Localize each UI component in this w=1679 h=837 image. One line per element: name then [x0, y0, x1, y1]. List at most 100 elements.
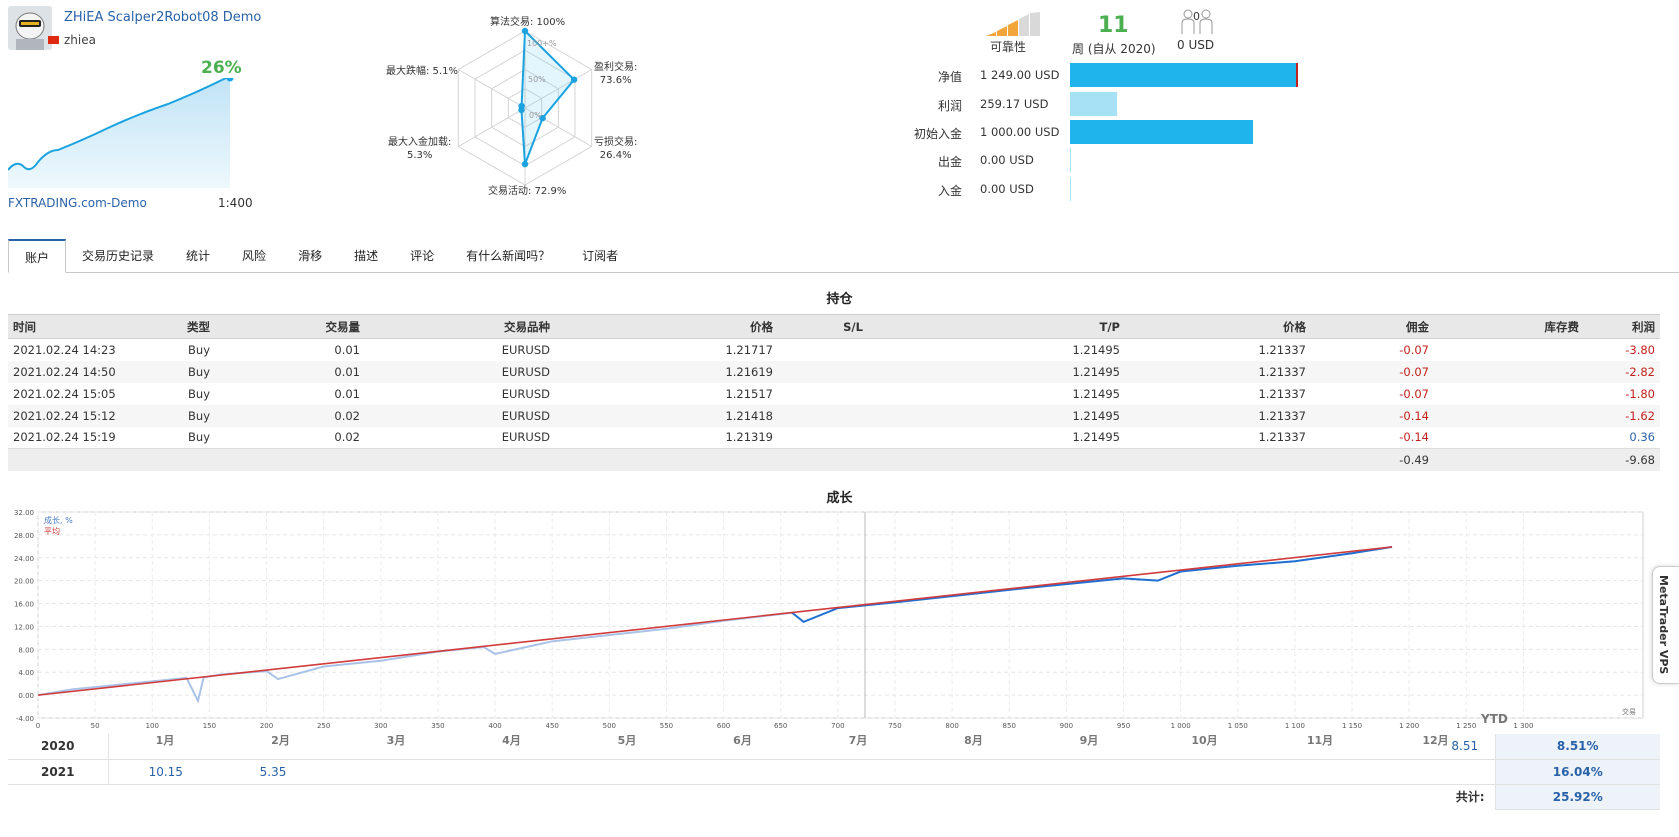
x-tick-label: 50 — [91, 722, 100, 730]
month-value[interactable]: 10.15 — [108, 759, 223, 785]
col-price-open[interactable]: 价格 — [555, 314, 778, 339]
y-tick-label: 12.00 — [14, 623, 34, 631]
signal-title-link[interactable]: ZHiEA Scalper2Robot08 Demo — [64, 10, 261, 25]
balance-bar — [1070, 177, 1071, 201]
x-tick-label: 1 300 — [1513, 722, 1533, 730]
position-cell: 0.01 — [215, 360, 365, 383]
tab-description[interactable]: 描述 — [338, 239, 394, 273]
tab-slippage[interactable]: 滑移 — [282, 239, 338, 273]
balance-value: 1 249.00 USD — [980, 68, 1060, 82]
radar-svg: 100+% 50% 0% — [457, 27, 593, 186]
position-cell: 2021.02.24 15:12 — [8, 404, 143, 427]
month-value[interactable]: 5.35 — [223, 759, 323, 785]
tab-trade-history[interactable]: 交易历史记录 — [66, 239, 170, 273]
position-cell: 1.21337 — [1125, 404, 1311, 427]
position-cell: EURUSD — [365, 404, 555, 427]
y-tick-label: 24.00 — [14, 555, 34, 563]
position-cell — [778, 404, 928, 427]
month-value[interactable]: 8.51 — [1435, 734, 1495, 760]
position-cell: 0.36 — [1629, 430, 1655, 445]
balance-label: 初始入金 — [913, 127, 962, 141]
col-commission[interactable]: 佣金 — [1311, 314, 1434, 339]
robot-avatar-icon — [8, 6, 52, 50]
ytd-value: 8.51% — [1494, 734, 1660, 760]
position-cell: 1.21495 — [1072, 342, 1120, 357]
x-tick-label: 1 050 — [1228, 722, 1248, 730]
author-name-link[interactable]: zhiea — [64, 33, 96, 47]
balance-row: 入金 0.00 USD — [900, 176, 1320, 202]
monthly-row-2021: 2021 10.15 5.35 16.04% — [8, 759, 1660, 785]
tab-statistics[interactable]: 统计 — [170, 239, 226, 273]
x-tick-label: 800 — [945, 722, 958, 730]
total-commission: -0.49 — [1311, 448, 1434, 471]
mini-growth-area — [8, 78, 230, 188]
weeks-count: 11 — [1098, 13, 1129, 38]
year-label: 2020 — [8, 734, 109, 760]
vps-label: MetaTrader VPS — [1657, 575, 1670, 675]
position-row[interactable]: 2021.02.24 14:50 Buy 0.01 EURUSD 1.21619 1.21… — [8, 360, 1660, 383]
china-flag-icon — [48, 36, 59, 44]
col-time[interactable]: 时间 — [8, 314, 143, 339]
position-row[interactable]: 2021.02.24 15:19 Buy 0.02 EURUSD 1.21319 1.21… — [8, 427, 1660, 449]
position-cell: 0.01 — [334, 342, 360, 357]
radar-point — [570, 76, 578, 83]
radar-label-activity: 交易活动: 72.9% — [488, 186, 567, 197]
position-row[interactable]: 2021.02.24 14:23 Buy 0.01 EURUSD 1.21717 1.21… — [8, 339, 1660, 361]
position-cell — [1434, 360, 1584, 383]
tab-news[interactable]: 有什么新闻吗？ — [450, 239, 566, 273]
x-tick-label: 300 — [374, 722, 387, 730]
broker-link[interactable]: FXTRADING.com-Demo — [8, 196, 147, 210]
position-row[interactable]: 2021.02.24 15:05 Buy 0.01 EURUSD 1.21517 1.21… — [8, 383, 1660, 405]
radar-label-loss-trades: 亏损交易: 26.4% — [594, 137, 638, 161]
balance-label: 净值 — [937, 70, 962, 84]
y-tick-label: 28.00 — [14, 532, 34, 540]
radar-ring-label: 100+% — [527, 39, 557, 48]
tab-risks[interactable]: 风险 — [226, 239, 282, 273]
col-profit[interactable]: 利润 — [1584, 314, 1660, 339]
legend-average: 平均 — [44, 526, 60, 536]
position-row[interactable]: 2021.02.24 15:12 Buy 0.02 EURUSD 1.21418 1.21… — [8, 404, 1660, 427]
balance-bar — [1070, 148, 1071, 172]
tab-account[interactable]: 账户 — [8, 239, 67, 273]
balance-row: 出金 0.00 USD — [900, 147, 1320, 173]
weeks-label: 周 (自从 2020) — [1072, 42, 1156, 56]
tab-reviews[interactable]: 评论 — [394, 239, 450, 273]
x-tick-label: 100 — [146, 722, 159, 730]
metatrader-vps-tab[interactable]: MetaTrader VPS — [1652, 566, 1679, 684]
growth-chart: 32.00 28.00 24.00 20.00 16.00 12.00 8.00 4.00 0.… — [14, 509, 1644, 746]
x-tick-label: 1 150 — [1342, 722, 1362, 730]
x-tick-label: 900 — [1060, 722, 1073, 730]
monthly-row-2020: 2020 8.51 8.51% — [8, 734, 1660, 760]
position-cell: EURUSD — [365, 360, 555, 383]
ytd-header: YTD — [1481, 712, 1508, 726]
balance-bar — [1070, 120, 1253, 144]
position-cell: 1.21418 — [555, 404, 778, 427]
radar-label-max-drawdown: 最大跌幅: 5.1% — [386, 66, 458, 77]
position-cell: 1.21619 — [555, 360, 778, 383]
col-swap[interactable]: 库存费 — [1434, 314, 1584, 339]
balance-row: 净值 1 249.00 USD — [900, 62, 1320, 88]
position-cell: 1.21495 — [1072, 430, 1120, 445]
position-cell: 0.02 — [215, 404, 365, 427]
y-tick-label: -4.00 — [16, 715, 34, 723]
col-price-current[interactable]: 价格 — [1125, 314, 1311, 339]
position-cell: 2021.02.24 15:19 — [13, 430, 116, 445]
x-tick-label: 350 — [431, 722, 444, 730]
col-type[interactable]: 类型 — [143, 314, 215, 339]
col-volume[interactable]: 交易量 — [215, 314, 365, 339]
positions-total-row: -0.49 -9.68 — [8, 448, 1660, 471]
col-tp[interactable]: T/P — [928, 314, 1125, 339]
author-avatar[interactable] — [8, 6, 52, 50]
radar-label-max-load: 最大入金加载: 5.3% — [388, 137, 452, 161]
col-sl[interactable]: S/L — [778, 314, 928, 339]
reliability-label: 可靠性 — [990, 40, 1027, 54]
position-cell: Buy — [143, 404, 215, 427]
growth-plot-frame — [37, 511, 1644, 719]
ytd-value: 16.04% — [1494, 759, 1660, 785]
x-tick-label: 850 — [1003, 722, 1016, 730]
mini-growth-chart — [8, 78, 234, 188]
position-cell: 1.21495 — [1072, 386, 1120, 401]
tab-subscribers[interactable]: 订阅者 — [566, 239, 634, 273]
monthly-total-row: 共计: 25.92% — [8, 784, 1660, 810]
col-symbol[interactable]: 交易品种 — [365, 314, 555, 339]
